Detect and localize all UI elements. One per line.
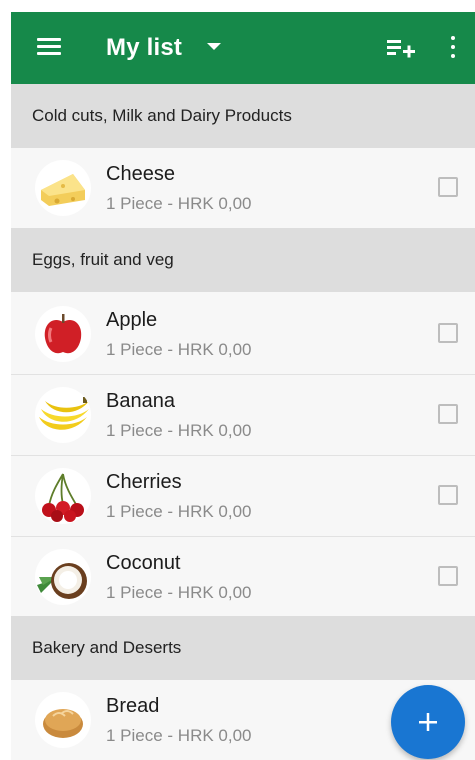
caret-down-icon[interactable] [207, 43, 221, 50]
playlist-add-icon[interactable] [387, 36, 415, 60]
section-label: Cold cuts, Milk and Dairy Products [32, 106, 292, 125]
section-header-fruit-veg: Eggs, fruit and veg [11, 228, 475, 292]
app-bar: My list [11, 12, 475, 84]
cheese-icon [35, 160, 91, 216]
bread-icon [35, 692, 91, 748]
apple-icon [35, 306, 91, 362]
item-checkbox[interactable] [438, 323, 458, 343]
list-item-cheese[interactable]: Cheese 1 Piece - HRK 0,00 [11, 148, 475, 228]
list-item-apple[interactable]: Apple 1 Piece - HRK 0,00 [11, 294, 475, 374]
list-item-banana[interactable]: Banana 1 Piece - HRK 0,00 [11, 375, 475, 455]
item-checkbox[interactable] [438, 485, 458, 505]
item-detail: 1 Piece - HRK 0,00 [106, 726, 252, 745]
coconut-icon [35, 549, 91, 605]
item-checkbox[interactable] [438, 404, 458, 424]
item-detail: 1 Piece - HRK 0,00 [106, 421, 252, 440]
section-label: Bakery and Deserts [32, 638, 182, 657]
item-name: Bread [106, 695, 160, 717]
item-name: Banana [106, 390, 175, 412]
item-detail: 1 Piece - HRK 0,00 [106, 502, 252, 521]
banana-icon [35, 387, 91, 443]
section-header-bakery: Bakery and Deserts [11, 616, 475, 680]
list-item-cherries[interactable]: Cherries 1 Piece - HRK 0,00 [11, 456, 475, 536]
section-label: Eggs, fruit and veg [32, 250, 174, 269]
item-name: Apple [106, 309, 158, 331]
list-title[interactable]: My list [106, 34, 182, 62]
item-name: Coconut [106, 552, 181, 574]
item-detail: 1 Piece - HRK 0,00 [106, 194, 252, 213]
item-name: Cheese [106, 163, 175, 185]
cherries-icon [35, 468, 91, 524]
app-screen: My list Cold cuts, Milk and Dairy Produc… [11, 12, 475, 760]
list-item-coconut[interactable]: Coconut 1 Piece - HRK 0,00 [11, 537, 475, 617]
item-detail: 1 Piece - HRK 0,00 [106, 340, 252, 359]
item-name: Cherries [106, 471, 182, 493]
section-header-dairy: Cold cuts, Milk and Dairy Products [11, 84, 475, 148]
item-detail: 1 Piece - HRK 0,00 [106, 583, 252, 602]
add-item-button[interactable] [391, 685, 465, 759]
item-checkbox[interactable] [438, 177, 458, 197]
item-checkbox[interactable] [438, 566, 458, 586]
more-vertical-icon[interactable] [449, 36, 457, 60]
menu-icon[interactable] [37, 38, 61, 56]
plus-icon [419, 713, 437, 731]
